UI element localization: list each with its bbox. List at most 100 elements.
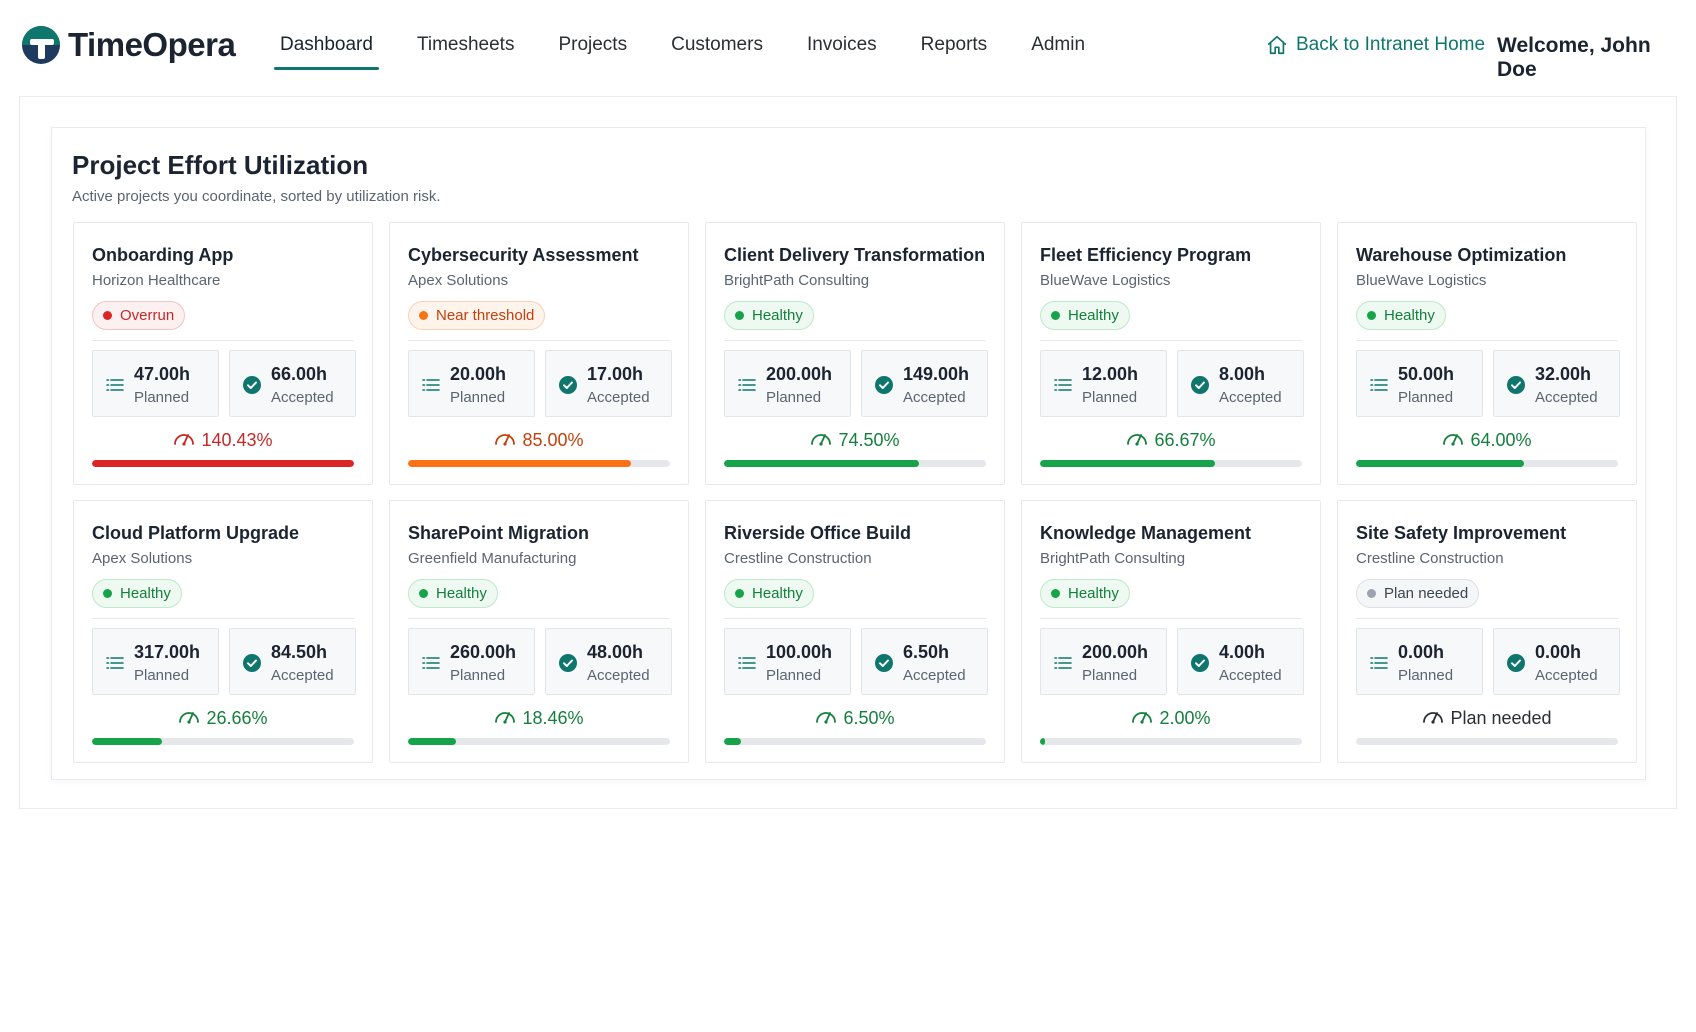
brand-logo[interactable]: TimeOpera <box>20 24 236 66</box>
status-badge: Healthy <box>92 579 182 608</box>
nav-customers[interactable]: Customers <box>665 26 769 70</box>
check-circle-icon <box>242 375 262 395</box>
status-badge: Healthy <box>724 579 814 608</box>
planned-value: 50.00h <box>1398 364 1455 384</box>
nav-projects[interactable]: Projects <box>552 26 633 70</box>
check-circle-icon <box>558 653 578 673</box>
utilization-progress-fill <box>408 738 457 745</box>
project-title: Client Delivery Transformation <box>724 245 986 265</box>
accepted-label: Accepted <box>903 389 966 406</box>
project-card[interactable]: Knowledge Management BrightPath Consultin… <box>1021 500 1321 763</box>
project-customer: BrightPath Consulting <box>724 272 870 289</box>
gauge-icon <box>173 429 201 452</box>
status-badge: Healthy <box>1040 301 1130 330</box>
project-card[interactable]: Fleet Efficiency Program BlueWave Logisti… <box>1021 222 1321 485</box>
utilization-value: 18.46% <box>522 708 584 728</box>
status-dot-icon <box>103 589 112 598</box>
status-dot-icon <box>1367 589 1376 598</box>
utilization-readout: 64.00% <box>1338 429 1636 452</box>
accepted-value: 8.00h <box>1219 364 1266 384</box>
project-card[interactable]: Riverside Office Build Crestline Construc… <box>705 500 1005 763</box>
project-card[interactable]: Cybersecurity Assessment Apex Solutions Ne… <box>389 222 689 485</box>
planned-value: 47.00h <box>134 364 191 384</box>
status-badge: Overrun <box>92 301 186 330</box>
accepted-label: Accepted <box>1535 389 1598 406</box>
project-card[interactable]: Warehouse Optimization BlueWave Logistics… <box>1337 222 1637 485</box>
nav-admin[interactable]: Admin <box>1025 26 1091 70</box>
nav-timesheets[interactable]: Timesheets <box>411 26 521 70</box>
status-dot-icon <box>419 589 428 598</box>
accepted-label: Accepted <box>587 667 650 684</box>
check-circle-icon <box>874 653 894 673</box>
main-nav: Dashboard Timesheets Projects Customers … <box>274 26 1123 70</box>
utilization-readout: 2.00% <box>1022 707 1320 730</box>
utilization-value: 66.67% <box>1154 430 1216 450</box>
list-icon <box>105 653 125 673</box>
project-card[interactable]: Onboarding App Horizon Healthcare Overrun 4… <box>73 222 373 485</box>
utilization-progress-fill <box>724 460 920 467</box>
accepted-metric: 84.50h Accepted <box>229 628 356 695</box>
accepted-value: 66.00h <box>271 364 328 384</box>
accepted-metric: 17.00h Accepted <box>545 350 672 417</box>
status-label: Healthy <box>436 585 487 602</box>
check-circle-icon <box>1190 375 1210 395</box>
nav-dashboard[interactable]: Dashboard <box>274 26 379 70</box>
utilization-value: 74.50% <box>838 430 900 450</box>
nav-invoices[interactable]: Invoices <box>801 26 883 70</box>
nav-reports[interactable]: Reports <box>915 26 994 70</box>
status-label: Healthy <box>752 585 803 602</box>
top-navigation-bar: TimeOpera Dashboard Timesheets Projects … <box>0 0 1696 90</box>
card-divider <box>92 340 354 341</box>
gauge-icon <box>494 429 522 452</box>
card-divider <box>1356 340 1618 341</box>
project-card[interactable]: Site Safety Improvement Crestline Constru… <box>1337 500 1637 763</box>
planned-value: 100.00h <box>766 642 833 662</box>
list-icon <box>737 653 757 673</box>
utilization-progress-bar <box>1356 738 1618 745</box>
back-to-intranet-label: Back to Intranet Home <box>1296 34 1486 55</box>
list-icon <box>737 375 757 395</box>
utilization-readout: Plan needed <box>1338 707 1636 730</box>
utilization-progress-fill <box>724 738 742 745</box>
utilization-readout: 18.46% <box>390 707 688 730</box>
project-card[interactable]: Cloud Platform Upgrade Apex Solutions Heal… <box>73 500 373 763</box>
project-customer: Crestline Construction <box>1356 550 1504 567</box>
project-title: Warehouse Optimization <box>1356 245 1567 265</box>
planned-label: Planned <box>766 667 822 684</box>
status-label: Plan needed <box>1384 585 1469 602</box>
status-badge: Healthy <box>1356 301 1446 330</box>
utilization-readout: 26.66% <box>74 707 372 730</box>
project-card[interactable]: SharePoint Migration Greenfield Manufactu… <box>389 500 689 763</box>
project-title: Site Safety Improvement <box>1356 523 1567 543</box>
back-to-intranet-link[interactable]: Back to Intranet Home <box>1266 34 1485 56</box>
planned-label: Planned <box>1398 389 1454 406</box>
planned-label: Planned <box>1082 389 1138 406</box>
planned-value: 200.00h <box>766 364 833 384</box>
project-card[interactable]: Client Delivery Transformation BrightPath… <box>705 222 1005 485</box>
status-dot-icon <box>735 589 744 598</box>
planned-label: Planned <box>134 389 190 406</box>
status-label: Near threshold <box>436 307 535 324</box>
status-badge: Healthy <box>1040 579 1130 608</box>
accepted-label: Accepted <box>271 667 334 684</box>
status-label: Healthy <box>752 307 803 324</box>
utilization-readout: 66.67% <box>1022 429 1320 452</box>
planned-label: Planned <box>450 389 506 406</box>
utilization-readout: 140.43% <box>74 429 372 452</box>
timeopera-logo-icon <box>22 26 60 64</box>
project-title: Knowledge Management <box>1040 523 1252 543</box>
accepted-value: 32.00h <box>1535 364 1592 384</box>
project-title: Cybersecurity Assessment <box>408 245 639 265</box>
planned-label: Planned <box>1082 667 1138 684</box>
accepted-metric: 8.00h Accepted <box>1177 350 1304 417</box>
utilization-progress-fill <box>408 460 631 467</box>
utilization-progress-bar <box>1040 738 1302 745</box>
check-circle-icon <box>874 375 894 395</box>
utilization-value: 64.00% <box>1470 430 1532 450</box>
utilization-progress-fill <box>92 460 354 467</box>
project-title: Riverside Office Build <box>724 523 912 543</box>
utilization-value: 85.00% <box>522 430 584 450</box>
accepted-metric: 149.00h Accepted <box>861 350 988 417</box>
gauge-icon <box>494 707 522 730</box>
project-customer: Apex Solutions <box>92 550 193 567</box>
